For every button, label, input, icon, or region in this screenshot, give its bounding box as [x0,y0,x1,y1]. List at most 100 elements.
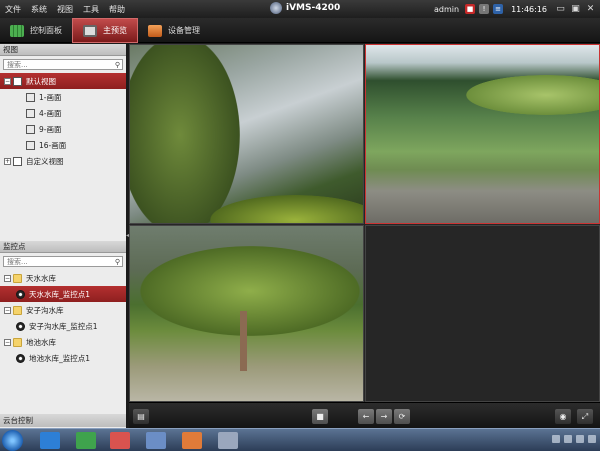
tree-label: 16-画面 [39,140,67,150]
restore-icon[interactable]: ▣ [570,4,581,15]
lawn-shape [466,75,599,115]
search-icon[interactable]: ⚲ [115,258,120,266]
taskbar-app-icon[interactable] [182,432,202,449]
collapse-toggle[interactable]: − [4,338,11,346]
video-cell-4-empty[interactable] [365,225,600,402]
tree-camera-dichi-1[interactable]: 地池水库_监控点1 [0,350,126,366]
collapse-toggle[interactable]: − [4,77,11,85]
tree-camera-anzigou-1[interactable]: 安子沟水库_监控点1 [0,318,126,334]
app-title: iVMS-4200 [286,3,341,13]
menu-system[interactable]: 系统 [26,4,52,15]
auto-switch-button[interactable]: ⟳ [394,409,410,424]
taskbar-word-icon[interactable] [146,432,166,449]
tree-label: 1-画面 [39,92,62,102]
taskbar-excel-icon[interactable] [76,432,96,449]
os-taskbar [0,428,600,451]
view-icon [13,76,22,86]
video-cell-1[interactable] [129,44,364,224]
video-cell-3[interactable] [129,225,364,402]
folder-icon [13,337,22,347]
tree-label: 地池水库 [26,337,56,347]
preview-toolbar: ▤ ■ ← → ⟳ ◉ ⤢ [129,402,600,428]
window-layout-button[interactable]: ▤ [133,409,149,424]
tray-icon[interactable] [576,435,584,443]
view-search-input[interactable] [7,60,107,69]
layout-4-icon [26,108,35,118]
tree-group-dichi[interactable]: − 地池水库 [0,334,126,350]
taskbar-ppt-icon[interactable] [110,432,130,449]
tree-item-custom-view[interactable]: + 自定义视图 [0,153,126,169]
tray-icon[interactable] [564,435,572,443]
tree-camera-tianshui-1[interactable]: 天水水库_监控点1 [0,286,126,302]
tree-label: 9-画面 [39,124,62,134]
tab-label: 设备管理 [168,26,200,35]
layout-16-icon [26,140,35,150]
camera-panel-header[interactable]: 监控点 [0,241,126,253]
lock-icon[interactable]: ■ [465,4,476,14]
camera-icon [16,289,25,299]
ivms-window: 文件 系统 视图 工具 帮助 iVMS-4200 admin ■ ! ≡ 11:… [0,0,600,451]
minimize-icon[interactable]: ▭ [555,4,566,15]
taskbar-ie-icon[interactable] [40,432,60,449]
menu-view[interactable]: 视图 [52,4,78,15]
view-panel-header[interactable]: 视图 [0,44,126,56]
alarm-icon[interactable]: ! [479,4,490,14]
tree-item-default-view[interactable]: − 默认视图 [0,73,126,89]
tree-label: 天水水库 [26,273,56,283]
next-page-button[interactable]: → [376,409,392,424]
menu-tools[interactable]: 工具 [78,4,104,15]
tree-label: 安子沟水库 [26,305,64,315]
willow-tree-shape [130,45,240,223]
menubar: 文件 系统 视图 工具 帮助 iVMS-4200 admin ■ ! ≡ 11:… [0,0,600,18]
tab-control-panel[interactable]: 控制面板 [0,18,72,43]
collapse-toggle[interactable]: − [4,274,11,282]
tab-device-management[interactable]: 设备管理 [138,18,210,43]
ptz-panel-header[interactable]: 云台控制 [0,414,126,427]
system-tray [552,435,596,443]
app-logo-icon [270,2,282,14]
tree-label: 安子沟水库_监控点1 [29,321,98,331]
tree-item-layout-4[interactable]: 4-画面 [0,105,126,121]
prev-page-button[interactable]: ← [358,409,374,424]
tree-label: 地池水库_监控点1 [29,353,91,363]
view-tree-spacer [0,169,126,241]
search-icon[interactable]: ⚲ [115,61,120,69]
view-tree: − 默认视图 1-画面 4-画面 9-画面 16-画面 + 自定义视图 [0,73,126,169]
start-button-icon[interactable] [2,430,23,451]
stop-all-button[interactable]: ■ [312,409,328,424]
tray-icon[interactable] [588,435,596,443]
close-icon[interactable]: ✕ [585,4,596,15]
tree-item-layout-1[interactable]: 1-画面 [0,89,126,105]
network-icon[interactable]: ≡ [493,4,504,14]
username-label: admin [433,4,460,14]
tree-group-anzigou[interactable]: − 安子沟水库 [0,302,126,318]
tab-main-preview[interactable]: 主预览 [72,18,138,43]
tree-group-tianshui[interactable]: − 天水水库 [0,270,126,286]
shore-grass-shape [210,195,363,223]
folder-icon [13,273,22,283]
menu-file[interactable]: 文件 [0,4,26,15]
taskbar-ivms-icon[interactable] [218,432,238,449]
menubar-right: admin ■ ! ≡ 11:46:16 ▭ ▣ ✕ [434,0,600,18]
camera-search-box[interactable]: ⚲ [3,256,123,267]
expand-toggle[interactable]: + [4,157,11,165]
view-icon [13,156,22,166]
tree-label: 4-画面 [39,108,62,118]
tray-icon[interactable] [552,435,560,443]
tab-label: 控制面板 [30,26,62,35]
video-cell-2[interactable] [365,44,600,224]
collapse-toggle[interactable]: − [4,306,11,314]
tree-item-layout-16[interactable]: 16-画面 [0,137,126,153]
camera-icon [16,353,25,363]
tab-label: 主预览 [103,26,127,35]
camera-search-input[interactable] [7,257,107,266]
fullscreen-button[interactable]: ⤢ [577,409,593,424]
capture-button[interactable]: ◉ [555,409,571,424]
tree-item-layout-9[interactable]: 9-画面 [0,121,126,137]
device-icon [148,24,162,37]
monitor-icon [83,24,97,37]
view-search-box[interactable]: ⚲ [3,59,123,70]
gauge-pole-shape [240,311,247,371]
tree-label: 天水水库_监控点1 [29,289,91,299]
menu-help[interactable]: 帮助 [104,4,130,15]
